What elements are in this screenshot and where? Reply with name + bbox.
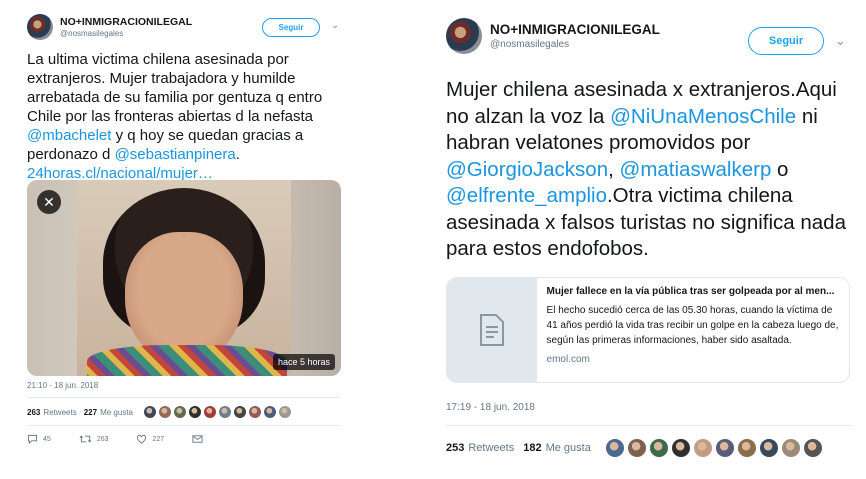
tweet-header: NO+INMIGRACIONILEGAL @nosmasilegales [446, 18, 660, 54]
tweet-card-right: NO+INMIGRACIONILEGAL @nosmasilegales Seg… [430, 0, 866, 479]
heart-icon [137, 434, 147, 444]
text-segment: o [771, 157, 789, 181]
tweet-card-left: NO+INMIGRACIONILEGAL @nosmasilegales Seg… [0, 0, 360, 479]
mention-link[interactable]: @GiorgioJackson [446, 158, 608, 181]
retweet-action-count: 263 [96, 435, 109, 443]
display-name[interactable]: NO+INMIGRACIONILEGAL [490, 22, 660, 37]
liker-avatar[interactable] [277, 405, 292, 419]
divider [27, 425, 340, 426]
like-button[interactable]: 227 [136, 434, 164, 444]
likers-avatars [604, 438, 825, 458]
text-segment: , [608, 157, 620, 181]
tweet-text: Mujer chilena asesinada x extranjeros.Aq… [446, 77, 864, 263]
user-handle[interactable]: @nosmasilegales [490, 39, 660, 50]
mention-link[interactable]: @sebastianpinera [115, 146, 236, 163]
divider [446, 425, 852, 426]
reply-icon [27, 434, 38, 444]
liker-avatar[interactable] [604, 438, 625, 458]
close-icon[interactable]: ✕ [37, 190, 61, 214]
liker-avatar[interactable] [714, 438, 735, 458]
user-names: NO+INMIGRACIONILEGAL @nosmasilegales [60, 16, 192, 38]
mention-link[interactable]: @elfrente_amplio [446, 184, 607, 207]
tweet-header: NO+INMIGRACIONILEGAL @nosmasilegales [27, 14, 192, 40]
liker-avatar[interactable] [758, 438, 779, 458]
display-name[interactable]: NO+INMIGRACIONILEGAL [60, 16, 192, 28]
photo-shirt [87, 345, 287, 376]
like-action-count: 227 [152, 435, 165, 443]
liker-avatar[interactable] [648, 438, 669, 458]
tweet-timestamp[interactable]: 21:10 - 18 jun. 2018 [27, 381, 98, 390]
tweet-text: La ultima victima chilena asesinada por … [27, 50, 347, 183]
link-preview-card[interactable]: Mujer fallece en la vía pública tras ser… [446, 277, 850, 383]
tweet-media-video[interactable]: ✕ hace 5 horas [27, 180, 341, 376]
liker-avatar[interactable] [626, 438, 647, 458]
mention-link[interactable]: @NiUnaMenosChile [610, 105, 796, 128]
retweets-count[interactable]: 263 [27, 408, 40, 417]
tweet-timestamp[interactable]: 17:19 - 18 jun. 2018 [446, 402, 535, 413]
chevron-down-icon[interactable]: ⌄ [331, 20, 339, 31]
liker-avatar[interactable] [692, 438, 713, 458]
user-handle[interactable]: @nosmasilegales [60, 29, 192, 38]
reply-button[interactable]: 45 [27, 434, 51, 444]
retweets-count[interactable]: 253 [446, 442, 464, 454]
mention-link[interactable]: @matiaswalkerp [620, 158, 772, 181]
document-icon [479, 314, 504, 346]
user-names: NO+INMIGRACIONILEGAL @nosmasilegales [490, 22, 660, 50]
retweets-label[interactable]: Retweets [468, 442, 514, 454]
card-domain: emol.com [546, 354, 590, 365]
liker-avatar[interactable] [187, 405, 202, 419]
retweets-label[interactable]: Retweets [43, 408, 76, 417]
liker-avatar[interactable] [172, 405, 187, 419]
liker-avatar[interactable] [202, 405, 217, 419]
card-thumbnail [447, 278, 537, 382]
photo-face [125, 232, 243, 362]
follow-button[interactable]: Seguir [262, 18, 320, 37]
text-segment: La ultima victima chilena asesinada por … [27, 51, 323, 125]
card-description: El hecho sucedió cerca de las 05.30 hora… [546, 305, 839, 346]
message-button[interactable] [192, 434, 208, 444]
avatar[interactable] [446, 18, 482, 54]
likes-count[interactable]: 182 [523, 442, 541, 454]
media-time-badge: hace 5 horas [272, 354, 335, 370]
reply-count: 45 [43, 435, 51, 443]
likers-avatars [142, 405, 293, 419]
chevron-down-icon[interactable]: ⌄ [835, 33, 846, 49]
likes-label[interactable]: Me gusta [546, 442, 591, 454]
tweet-actions: 45 263 227 [27, 432, 236, 446]
liker-avatar[interactable] [736, 438, 757, 458]
liker-avatar[interactable] [217, 405, 232, 419]
follow-button[interactable]: Seguir [748, 27, 824, 55]
mention-link[interactable]: @mbachelet [27, 127, 111, 144]
retweet-icon [79, 435, 92, 443]
liker-avatar[interactable] [262, 405, 277, 419]
liker-avatar[interactable] [247, 405, 262, 419]
divider [27, 397, 340, 398]
tweet-stats: 253 Retweets 182 Me gusta [446, 435, 825, 461]
retweet-button[interactable]: 263 [79, 434, 109, 444]
liker-avatar[interactable] [802, 438, 823, 458]
text-segment: . [235, 146, 240, 163]
likes-label[interactable]: Me gusta [100, 408, 133, 417]
card-title[interactable]: Mujer fallece en la vía pública tras ser… [547, 286, 841, 297]
likes-count[interactable]: 227 [84, 408, 97, 417]
liker-avatar[interactable] [142, 405, 157, 419]
envelope-icon [192, 435, 203, 443]
panel-divider [420, 0, 421, 479]
liker-avatar[interactable] [232, 405, 247, 419]
avatar[interactable] [27, 14, 53, 40]
liker-avatar[interactable] [780, 438, 801, 458]
liker-avatar[interactable] [670, 438, 691, 458]
liker-avatar[interactable] [157, 405, 172, 419]
tweet-stats: 263 Retweets 227 Me gusta [27, 402, 293, 422]
card-body: Mujer fallece en la vía pública tras ser… [537, 278, 849, 382]
